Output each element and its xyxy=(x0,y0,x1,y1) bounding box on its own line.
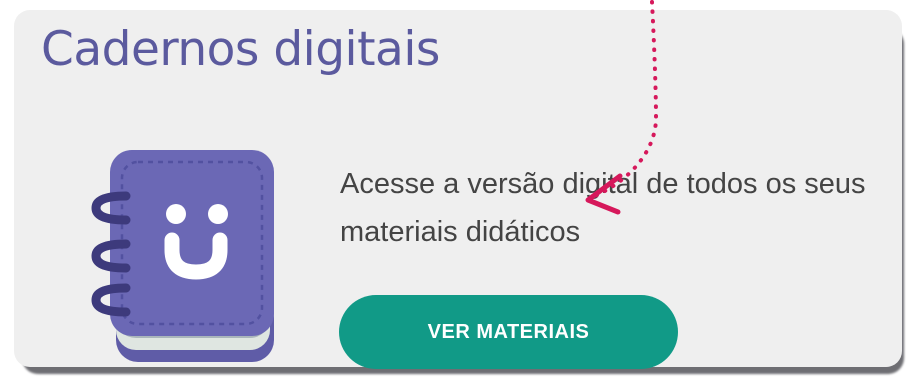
notebook-smile-icon xyxy=(91,150,274,362)
card-description: Acesse a versão digital de todos os seus… xyxy=(340,168,866,248)
page: Cadernos digitais Acesse a versão digita… xyxy=(0,0,911,377)
ver-materiais-button[interactable]: VER MATERIAIS xyxy=(339,295,678,369)
card-title: Cadernos digitais xyxy=(41,22,440,77)
